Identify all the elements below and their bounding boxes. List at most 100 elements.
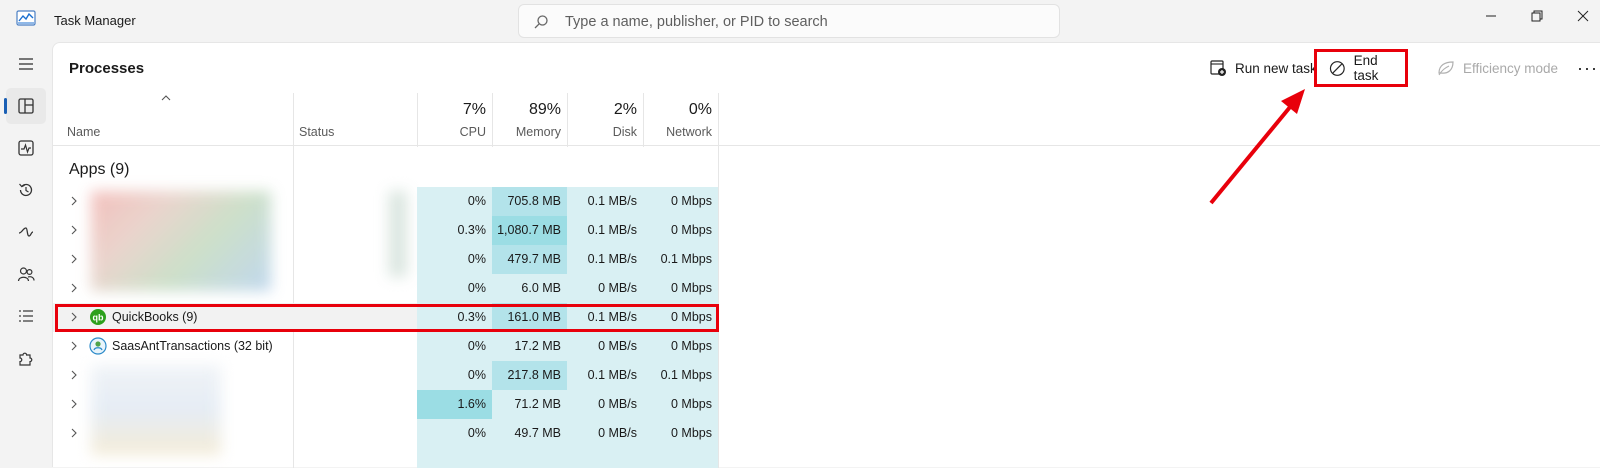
close-icon: [1577, 10, 1589, 22]
history-icon: [19, 183, 33, 197]
efficiency-mode-button[interactable]: Efficiency mode: [1437, 53, 1558, 83]
table-row[interactable]: 1.6% 71.2 MB 0 MB/s 0 Mbps: [53, 390, 718, 419]
table-row-quickbooks[interactable]: qb QuickBooks (9) 0.3% 161.0 MB 0.1 MB/s…: [53, 303, 718, 332]
process-name: QuickBooks (9): [112, 310, 198, 324]
minimize-button[interactable]: [1468, 0, 1514, 32]
more-options-button[interactable]: ···: [1577, 53, 1598, 83]
process-name: SaasAntTransactions (32 bit): [112, 339, 273, 353]
memory-cell: 71.2 MB: [492, 390, 567, 419]
services-puzzle-icon: [19, 352, 33, 366]
memory-cell: 49.7 MB: [492, 419, 567, 448]
network-cell: 0 Mbps: [643, 187, 718, 216]
search-input[interactable]: [565, 11, 1045, 33]
network-cell: 0 Mbps: [643, 216, 718, 245]
cpu-cell: 0%: [417, 187, 492, 216]
chevron-right-icon[interactable]: [70, 225, 78, 235]
hamburger-icon: [19, 58, 33, 70]
network-total-percent: 0%: [688, 101, 712, 118]
memory-cell: 705.8 MB: [492, 187, 567, 216]
page-title: Processes: [69, 60, 145, 77]
column-header-network[interactable]: Network: [643, 125, 712, 139]
hamburger-menu-button[interactable]: [6, 46, 46, 82]
memory-cell: 1,080.7 MB: [492, 216, 567, 245]
disk-cell: 0 MB/s: [567, 332, 643, 361]
main-panel: Processes Run new task End task Efficien…: [52, 42, 1600, 468]
cpu-cell: [417, 448, 492, 468]
restore-button[interactable]: [1514, 0, 1560, 32]
sidebar-item-services[interactable]: [6, 340, 46, 376]
run-new-task-button[interactable]: Run new task: [1209, 53, 1317, 83]
column-header-name[interactable]: Name: [67, 125, 100, 139]
chevron-right-icon[interactable]: [70, 196, 78, 206]
memory-cell: 17.2 MB: [492, 332, 567, 361]
cpu-cell: 0.3%: [417, 303, 492, 332]
network-cell: 0 Mbps: [643, 303, 718, 332]
column-divider: [718, 93, 719, 468]
sidebar-item-processes[interactable]: [4, 88, 46, 124]
group-header-apps[interactable]: Apps (9): [69, 161, 129, 179]
table-row[interactable]: 0% 6.0 MB 0 MB/s 0 Mbps: [53, 274, 718, 303]
sidebar-item-app-history[interactable]: [6, 172, 46, 208]
restore-icon: [1531, 10, 1543, 22]
column-header-row: [53, 93, 1600, 146]
column-header-status[interactable]: Status: [299, 125, 334, 139]
minimize-icon: [1486, 15, 1496, 17]
sort-ascending-icon[interactable]: [161, 95, 171, 101]
chevron-right-icon[interactable]: [70, 428, 78, 438]
svg-text:qb: qb: [93, 313, 104, 323]
cpu-cell: 0%: [417, 274, 492, 303]
sidebar-item-startup-apps[interactable]: [6, 214, 46, 250]
close-button[interactable]: [1560, 0, 1600, 32]
column-header-cpu[interactable]: CPU: [417, 125, 486, 139]
title-bar: Task Manager: [0, 0, 1600, 42]
more-options-icon: ···: [1577, 57, 1598, 78]
disk-cell: 0.1 MB/s: [567, 216, 643, 245]
memory-cell: 479.7 MB: [492, 245, 567, 274]
chevron-right-icon[interactable]: [70, 370, 78, 380]
disk-cell: 0.1 MB/s: [567, 245, 643, 274]
efficiency-mode-label: Efficiency mode: [1463, 60, 1559, 76]
task-manager-icon: [16, 10, 36, 26]
disk-total-percent: 2%: [613, 101, 637, 118]
chevron-right-icon[interactable]: [70, 312, 78, 322]
chevron-right-icon[interactable]: [70, 283, 78, 293]
column-header-memory[interactable]: Memory: [492, 125, 561, 139]
chevron-right-icon[interactable]: [70, 399, 78, 409]
memory-cell: [492, 448, 567, 468]
cpu-total-percent: 7%: [462, 101, 486, 118]
group-spacer: [417, 147, 718, 189]
cpu-cell: 1.6%: [417, 390, 492, 419]
sidebar: [0, 42, 52, 467]
search-icon: [534, 15, 548, 29]
disk-cell: 0.1 MB/s: [567, 361, 643, 390]
chevron-right-icon[interactable]: [70, 254, 78, 264]
network-cell: 0.1 Mbps: [643, 361, 718, 390]
performance-icon: [18, 140, 34, 156]
search-box[interactable]: [518, 4, 1060, 38]
memory-cell: 161.0 MB: [492, 303, 567, 332]
disk-cell: 0 MB/s: [567, 390, 643, 419]
sidebar-item-performance[interactable]: [6, 130, 46, 166]
network-cell: 0 Mbps: [643, 419, 718, 448]
chevron-right-icon[interactable]: [70, 341, 78, 351]
saasant-icon: [89, 337, 107, 355]
cpu-cell: 0%: [417, 419, 492, 448]
table-row[interactable]: 0% 705.8 MB 0.1 MB/s 0 Mbps: [53, 187, 718, 216]
table-row[interactable]: 0.3% 1,080.7 MB 0.1 MB/s 0 Mbps: [53, 216, 718, 245]
quickbooks-icon: qb: [90, 309, 106, 325]
disk-cell: [567, 448, 643, 468]
network-cell: 0 Mbps: [643, 332, 718, 361]
disk-cell: 0.1 MB/s: [567, 303, 643, 332]
table-row[interactable]: 0% 49.7 MB 0 MB/s 0 Mbps: [53, 419, 718, 448]
column-header-disk[interactable]: Disk: [567, 125, 637, 139]
cpu-cell: 0%: [417, 332, 492, 361]
table-row-saasant[interactable]: SaasAntTransactions (32 bit) 0% 17.2 MB …: [53, 332, 718, 361]
efficiency-leaf-icon: [1438, 61, 1454, 76]
sidebar-item-details[interactable]: [6, 298, 46, 334]
cpu-cell: 0%: [417, 361, 492, 390]
disk-cell: 0 MB/s: [567, 274, 643, 303]
processes-icon: [18, 98, 34, 114]
sidebar-item-users[interactable]: [6, 256, 46, 292]
table-row[interactable]: 0% 217.8 MB 0.1 MB/s 0.1 Mbps: [53, 361, 718, 390]
table-row[interactable]: 0% 479.7 MB 0.1 MB/s 0.1 Mbps: [53, 245, 718, 274]
